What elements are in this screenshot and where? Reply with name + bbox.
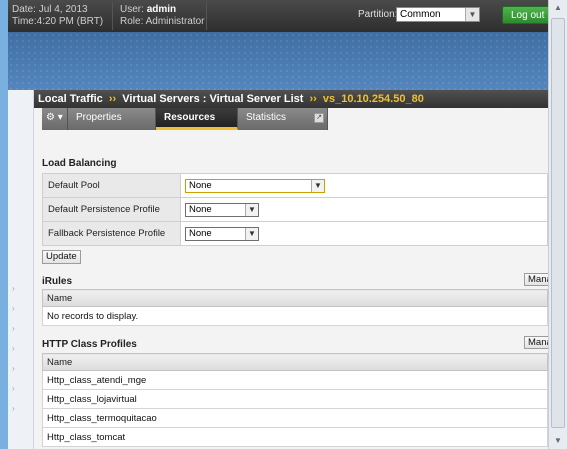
date-label: Date: xyxy=(12,4,36,15)
chevron-down-icon: ▼ xyxy=(245,227,258,240)
breadcrumb-virtual-server-list[interactable]: Virtual Servers : Virtual Server List xyxy=(122,93,303,105)
table-row[interactable]: Http_class_tomcat xyxy=(42,427,548,447)
name-column-header[interactable]: Name xyxy=(42,353,548,371)
user-info: User: admin Role: Administrator xyxy=(120,4,205,28)
role-value: Administrator xyxy=(145,16,205,27)
table-header-row: Name xyxy=(42,289,548,307)
tab-resources[interactable]: Resources xyxy=(156,108,238,130)
breadcrumb-separator: ›› xyxy=(108,93,117,105)
http-class-item[interactable]: Http_class_tomcat xyxy=(42,427,548,447)
nav-arrow-icon: › xyxy=(12,284,15,293)
nav-arrow-icon: › xyxy=(12,384,15,393)
chevron-down-icon: ▼ xyxy=(311,179,324,192)
popout-icon[interactable]: ↗ xyxy=(314,113,324,123)
tab-gear-menu[interactable]: ⚙ ▾ xyxy=(42,108,68,130)
time-value: 4:20 PM (BRT) xyxy=(36,16,104,27)
nav-arrow-icon: › xyxy=(12,404,15,413)
user-label: User: xyxy=(120,4,144,15)
irules-manage-button[interactable]: Manage... xyxy=(524,273,548,286)
tab-statistics-label: Statistics xyxy=(246,112,287,123)
fallback-persistence-select[interactable]: None ▼ xyxy=(185,226,259,241)
fallback-persistence-cell: None ▼ xyxy=(180,221,548,246)
nav-arrow-icon: › xyxy=(12,344,15,353)
name-column-header[interactable]: Name xyxy=(42,289,548,307)
header-divider xyxy=(112,2,113,30)
header-divider xyxy=(206,2,207,30)
tab-properties[interactable]: Properties xyxy=(68,108,156,130)
default-persistence-select[interactable]: None ▼ xyxy=(185,202,259,217)
default-persistence-value: None xyxy=(189,203,212,215)
table-row: Fallback Persistence Profile None ▼ xyxy=(42,221,548,246)
load-balancing-table: Default Pool None ▼ Default Persistence … xyxy=(42,173,548,246)
user-value: admin xyxy=(146,4,177,15)
table-header-row: Name xyxy=(42,353,548,371)
tab-bar: ⚙ ▾ Properties Resources Statistics ↗ xyxy=(34,108,548,130)
tab-statistics[interactable]: Statistics ↗ xyxy=(238,108,328,130)
logout-button[interactable]: Log out xyxy=(502,6,548,24)
fallback-persistence-value: None xyxy=(189,227,212,239)
table-row: Default Pool None ▼ xyxy=(42,173,548,198)
partition-select[interactable]: Common ▼ xyxy=(396,7,480,22)
left-nav-collapsed[interactable]: › › › › › › › xyxy=(8,90,34,449)
banner xyxy=(8,32,548,90)
http-class-manage-button[interactable]: Manage... xyxy=(524,336,548,349)
partition-label: Partition: xyxy=(358,9,398,20)
irules-title: iRules xyxy=(42,276,73,287)
vertical-scrollbar[interactable]: ▲ ▼ xyxy=(548,0,567,449)
default-pool-cell: None ▼ xyxy=(180,173,548,198)
top-bar: Date: Jul 4, 2013 Time:4:20 PM (BRT) Use… xyxy=(8,0,548,32)
table-row[interactable]: Http_class_atendi_mge xyxy=(42,370,548,390)
default-pool-value: None xyxy=(189,179,212,191)
default-persistence-cell: None ▼ xyxy=(180,197,548,222)
nav-arrow-icon: › xyxy=(12,364,15,373)
load-balancing-title: Load Balancing xyxy=(42,158,117,169)
browser-frame: Date: Jul 4, 2013 Time:4:20 PM (BRT) Use… xyxy=(0,0,567,449)
datetime-info: Date: Jul 4, 2013 Time:4:20 PM (BRT) xyxy=(12,4,103,28)
chevron-down-icon: ▼ xyxy=(465,8,479,21)
fallback-persistence-label: Fallback Persistence Profile xyxy=(42,221,181,246)
scroll-thumb[interactable] xyxy=(551,18,565,428)
http-class-item[interactable]: Http_class_atendi_mge xyxy=(42,370,548,390)
main-content: Load Balancing Default Pool None ▼ Defau… xyxy=(34,130,548,449)
empty-message: No records to display. xyxy=(42,306,548,326)
update-button[interactable]: Update xyxy=(42,250,81,264)
role-label: Role: xyxy=(120,16,144,27)
time-label: Time: xyxy=(12,16,37,27)
page-viewport: Date: Jul 4, 2013 Time:4:20 PM (BRT) Use… xyxy=(8,0,548,449)
nav-arrow-icon: › xyxy=(12,304,15,313)
table-row: Default Persistence Profile None ▼ xyxy=(42,197,548,222)
table-row[interactable]: Http_class_lojavirtual xyxy=(42,389,548,409)
http-class-item[interactable]: Http_class_lojavirtual xyxy=(42,389,548,409)
breadcrumb-separator: ›› xyxy=(309,93,317,105)
http-class-item[interactable]: Http_class_termoquitacao xyxy=(42,408,548,428)
breadcrumb-local-traffic[interactable]: Local Traffic xyxy=(38,93,103,105)
table-row[interactable]: Http_class_termoquitacao xyxy=(42,408,548,428)
scroll-down-icon[interactable]: ▼ xyxy=(552,435,564,447)
date-value: Jul 4, 2013 xyxy=(38,4,88,15)
scroll-up-icon[interactable]: ▲ xyxy=(552,2,564,14)
partition-value: Common xyxy=(400,9,441,20)
default-pool-label: Default Pool xyxy=(42,173,181,198)
default-pool-select[interactable]: None ▼ xyxy=(185,178,325,193)
breadcrumb-current: vs_10.10.254.50_80 xyxy=(322,93,424,105)
http-class-title: HTTP Class Profiles xyxy=(42,339,137,350)
default-persistence-label: Default Persistence Profile xyxy=(42,197,181,222)
table-row: No records to display. xyxy=(42,306,548,326)
breadcrumb: Local Traffic ›› Virtual Servers : Virtu… xyxy=(34,90,548,108)
nav-arrow-icon: › xyxy=(12,324,15,333)
banner-pattern xyxy=(8,32,548,90)
http-class-table: Name Http_class_atendi_mge Http_class_lo… xyxy=(42,353,548,447)
irules-table: Name No records to display. xyxy=(42,289,548,326)
gear-icon: ⚙ ▾ xyxy=(46,112,63,123)
chevron-down-icon: ▼ xyxy=(245,203,258,216)
